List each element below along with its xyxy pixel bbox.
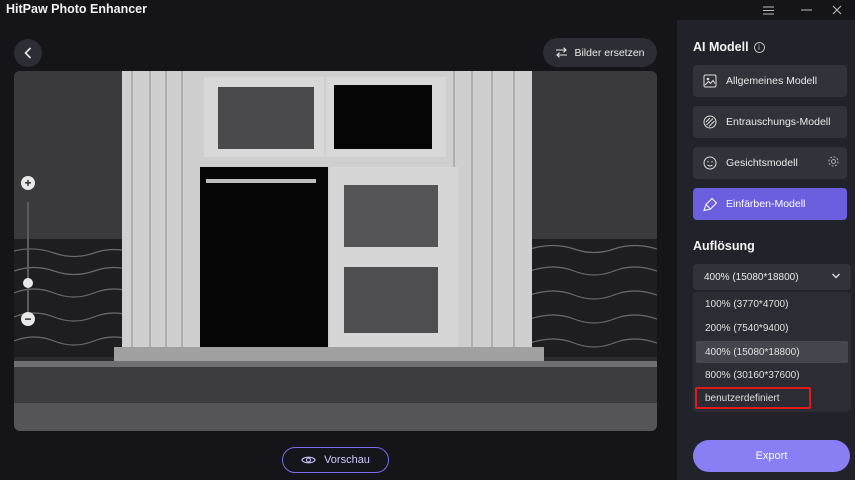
chevron-left-icon bbox=[24, 47, 32, 59]
close-icon[interactable] bbox=[822, 0, 852, 20]
model-face-label: Gesichtsmodell bbox=[726, 157, 798, 169]
eye-icon bbox=[301, 456, 316, 464]
replace-images-button[interactable]: Bilder ersetzen bbox=[543, 38, 657, 67]
resolution-option[interactable]: 800% (30160*37600) bbox=[696, 364, 848, 386]
resolution-option-custom[interactable]: benutzerdefiniert bbox=[695, 387, 811, 409]
model-general-label: Allgemeines Modell bbox=[726, 75, 818, 87]
resolution-dropdown: 100% (3770*4700) 200% (7540*9400) 400% (… bbox=[693, 292, 851, 412]
resolution-title: Auflösung bbox=[693, 239, 755, 253]
info-icon[interactable]: i bbox=[753, 41, 765, 53]
app-title: HitPaw Photo Enhancer bbox=[6, 2, 147, 16]
image-icon bbox=[702, 73, 718, 89]
zoom-out-button[interactable]: − bbox=[21, 312, 35, 326]
ai-model-heading: AI Modell i bbox=[693, 40, 765, 54]
resolution-option[interactable]: 100% (3770*4700) bbox=[696, 293, 848, 315]
preview-label: Vorschau bbox=[324, 454, 370, 466]
zoom-slider-track[interactable] bbox=[27, 202, 29, 312]
paint-brush-icon bbox=[702, 196, 718, 212]
ai-model-title: AI Modell bbox=[693, 40, 749, 54]
photo-image bbox=[14, 71, 657, 431]
preview-button[interactable]: Vorschau bbox=[282, 447, 389, 473]
menu-icon[interactable] bbox=[753, 0, 783, 20]
resolution-select[interactable]: 400% (15080*18800) bbox=[693, 264, 851, 290]
resolution-option[interactable]: 200% (7540*9400) bbox=[696, 317, 848, 339]
photo-canvas[interactable] bbox=[14, 71, 657, 431]
model-denoise-button[interactable]: Entrauschungs-Modell bbox=[693, 106, 847, 138]
swap-arrows-icon bbox=[556, 47, 568, 58]
resolution-selected-value: 400% (15080*18800) bbox=[704, 271, 799, 283]
noise-icon bbox=[702, 114, 718, 130]
model-denoise-label: Entrauschungs-Modell bbox=[726, 116, 831, 128]
zoom-control: + − bbox=[20, 176, 36, 326]
settings-sidebar: AI Modell i Allgemeines Modell Entrausch… bbox=[677, 20, 855, 480]
replace-images-label: Bilder ersetzen bbox=[574, 46, 645, 59]
main-area: Bilder ersetzen + − Vorschau bbox=[0, 20, 677, 480]
model-colorize-label: Einfärben-Modell bbox=[726, 198, 806, 210]
resolution-option-selected[interactable]: 400% (15080*18800) bbox=[696, 341, 848, 363]
chevron-down-icon bbox=[832, 273, 840, 279]
model-face-button[interactable]: Gesichtsmodell bbox=[693, 147, 847, 179]
title-bar: HitPaw Photo Enhancer bbox=[0, 0, 855, 20]
export-button[interactable]: Export bbox=[693, 440, 850, 472]
minimize-icon[interactable] bbox=[791, 0, 821, 20]
gear-icon[interactable] bbox=[827, 155, 840, 171]
zoom-slider-thumb[interactable] bbox=[23, 278, 33, 288]
face-icon bbox=[702, 155, 718, 171]
back-button[interactable] bbox=[14, 39, 42, 67]
zoom-in-button[interactable]: + bbox=[21, 176, 35, 190]
model-general-button[interactable]: Allgemeines Modell bbox=[693, 65, 847, 97]
model-colorize-button[interactable]: Einfärben-Modell bbox=[693, 188, 847, 220]
